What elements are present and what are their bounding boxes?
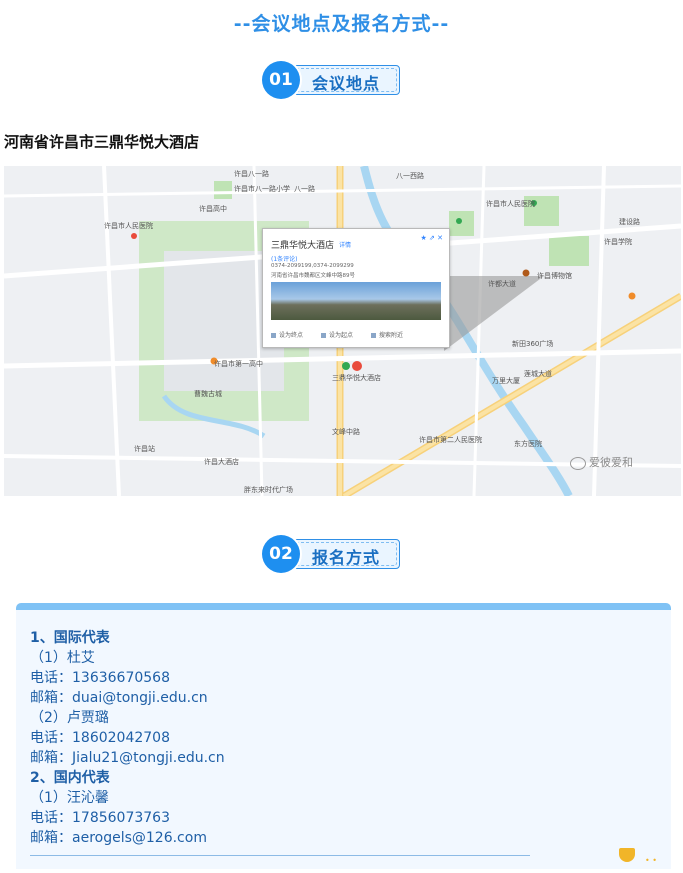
- popup-action-start[interactable]: 设为起点: [321, 332, 353, 339]
- contact-card: 1、国际代表 （1）杜艾电话：13636670568 邮箱：duai@tongji.…: [16, 603, 671, 869]
- map-label: 许昌市八一路小学: [234, 184, 290, 193]
- map-park-area: [214, 181, 232, 199]
- section-label: 报名方式: [312, 548, 381, 567]
- section-header-registration: 02 报名方式: [262, 535, 402, 573]
- map-label: 许昌八一路: [234, 169, 269, 178]
- contact-line: （1）杜艾: [30, 650, 95, 666]
- popup-action-end[interactable]: 设为终点: [271, 332, 303, 339]
- map-label: 东方医院: [514, 439, 542, 448]
- sparkle-icon: • •: [645, 856, 657, 865]
- shield-icon: [619, 848, 635, 862]
- popup-address: 河南省许昌市魏都区文峰中路89号: [271, 273, 355, 279]
- contact-group-heading: 2、国内代表: [30, 770, 110, 786]
- map-label: 文峰中路: [332, 427, 360, 436]
- map-label: 许都大道: [488, 279, 516, 288]
- map-poi-icon: [628, 292, 636, 300]
- popup-actions: 设为终点 设为起点 搜索附近: [271, 330, 421, 339]
- map-label: 曹魏古城: [194, 389, 222, 398]
- map-label: 八一路: [294, 184, 315, 193]
- map-label: 许昌高中: [199, 204, 227, 213]
- map-poi-icon: [456, 218, 462, 224]
- map-label: 新田360广场: [512, 339, 553, 348]
- contact-line: 电话：13636670568: [30, 670, 170, 686]
- section-header-venue: 01 会议地点: [262, 61, 402, 99]
- popup-tool-icons[interactable]: ★ ⇗ ✕: [421, 234, 443, 242]
- contact-line[interactable]: 邮箱：aerogels@126.com: [30, 828, 225, 848]
- page-title: --会议地点及报名方式--: [233, 13, 450, 35]
- contact-line: （1）汪沁馨: [30, 790, 109, 806]
- section-number: 02: [262, 535, 300, 573]
- map-label: 三鼎华悦大酒店: [332, 373, 381, 382]
- map-label: 许昌博物馆: [537, 271, 572, 280]
- map-label: 莲城大道: [524, 369, 552, 378]
- venue-address: 河南省许昌市三鼎华悦大酒店: [4, 133, 200, 151]
- map-label: 许昌大酒店: [204, 457, 239, 466]
- venue-map[interactable]: 八一西路 许昌高中 许昌市八一路小学 八一路 许昌市人民医院 许昌大酒店 许昌八…: [4, 166, 681, 496]
- popup-phone: 0374-2099199,0374-2099299: [271, 263, 354, 269]
- map-label: 建设路: [619, 217, 640, 226]
- map-poi-icon: [131, 233, 137, 239]
- map-label: 胖东来时代广场: [244, 485, 293, 494]
- popup-rating[interactable]: (1条评论): [271, 254, 298, 263]
- popup-title: 三鼎华悦大酒店: [271, 241, 335, 251]
- contact-line: 电话：17856073763: [30, 810, 170, 826]
- section-number: 01: [262, 61, 300, 99]
- watermark: 爱彼爱和: [570, 454, 633, 470]
- map-pin-icon: [352, 361, 362, 371]
- map-poi-icon: [522, 269, 530, 277]
- map-pin-icon: [342, 362, 350, 370]
- contact-line: （2）卢贾璐: [30, 710, 109, 726]
- map-label: 许昌市人民医院: [486, 199, 535, 208]
- contact-line[interactable]: 邮箱：Jialu21@tongji.edu.cn: [30, 748, 225, 768]
- map-park-area: [549, 236, 589, 266]
- map-label: 许昌站: [134, 444, 155, 453]
- contact-list: 1、国际代表 （1）杜艾电话：13636670568 邮箱：duai@tongji.…: [30, 628, 225, 848]
- card-divider: [30, 855, 530, 856]
- popup-detail-link[interactable]: 详情: [339, 240, 351, 249]
- contact-group-heading: 1、国际代表: [30, 630, 110, 646]
- map-label: 许昌市第一高中: [214, 359, 263, 368]
- map-label: 八一西路: [396, 171, 424, 180]
- popup-action-nearby[interactable]: 搜索附近: [371, 332, 403, 339]
- section-label: 会议地点: [312, 74, 381, 93]
- map-label: 万里大厦: [492, 376, 520, 385]
- map-label: 许昌市第二人民医院: [419, 435, 482, 444]
- map-label: 许昌市人民医院: [104, 221, 153, 230]
- contact-line: 电话：18602042708: [30, 730, 170, 746]
- map-label: 许昌学院: [604, 237, 632, 246]
- contact-line[interactable]: 邮箱：duai@tongji.edu.cn: [30, 688, 225, 708]
- map-info-popup: 三鼎华悦大酒店 详情 ★ ⇗ ✕ (1条评论) 0374-2099199,037…: [262, 228, 450, 348]
- wechat-icon: [570, 456, 586, 470]
- watermark-text: 爱彼爱和: [589, 456, 633, 469]
- map-park-area: [449, 211, 474, 236]
- popup-photo: [271, 282, 441, 320]
